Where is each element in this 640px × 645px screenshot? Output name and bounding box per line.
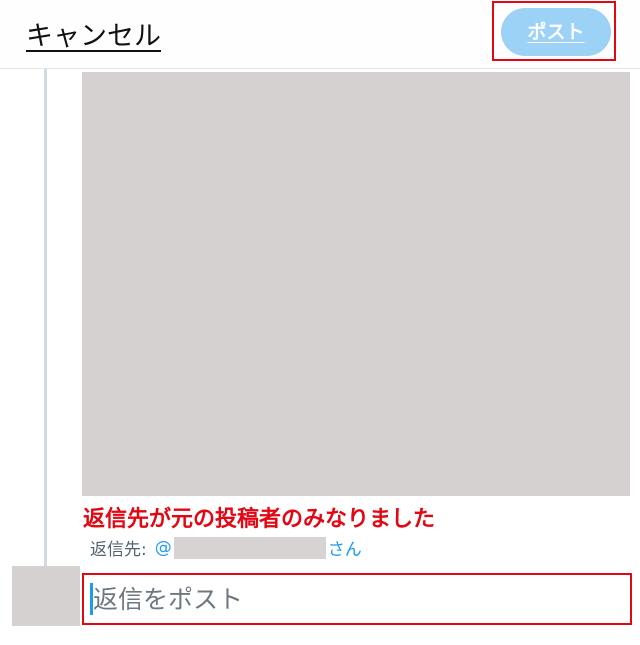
avatar [12, 566, 80, 626]
reply-to-suffix[interactable]: さん [328, 535, 362, 560]
reply-to-label: 返信先: [90, 540, 147, 560]
original-post-redacted [82, 72, 630, 496]
cancel-button[interactable]: キャンセル [26, 14, 161, 53]
reply-composer-screen: キャンセル ポスト 返信先が元の投稿者のみなりました 返信先: @ さん [0, 0, 640, 645]
post-button[interactable]: ポスト [501, 8, 611, 56]
thread-connector-line [44, 69, 47, 569]
reply-to-at[interactable]: @ [155, 538, 172, 558]
reply-input-highlight[interactable] [82, 573, 632, 625]
reply-input[interactable] [93, 584, 593, 614]
reply-to-line: 返信先: @ さん [90, 535, 362, 560]
annotation-text: 返信先が元の投稿者のみなりました [83, 507, 436, 532]
composer-header: キャンセル ポスト [0, 0, 640, 69]
redacted-username [173, 536, 326, 559]
